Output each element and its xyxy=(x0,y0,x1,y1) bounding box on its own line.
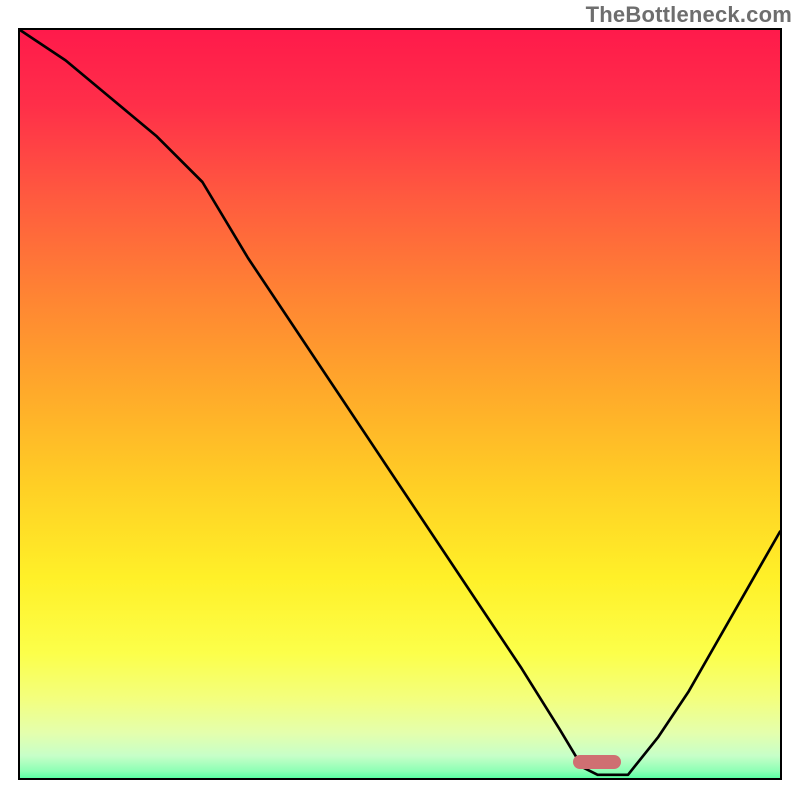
bottleneck-curve xyxy=(20,30,780,780)
optimum-marker xyxy=(573,755,621,769)
chart-panel xyxy=(18,28,782,780)
watermark-text: TheBottleneck.com xyxy=(586,2,792,28)
